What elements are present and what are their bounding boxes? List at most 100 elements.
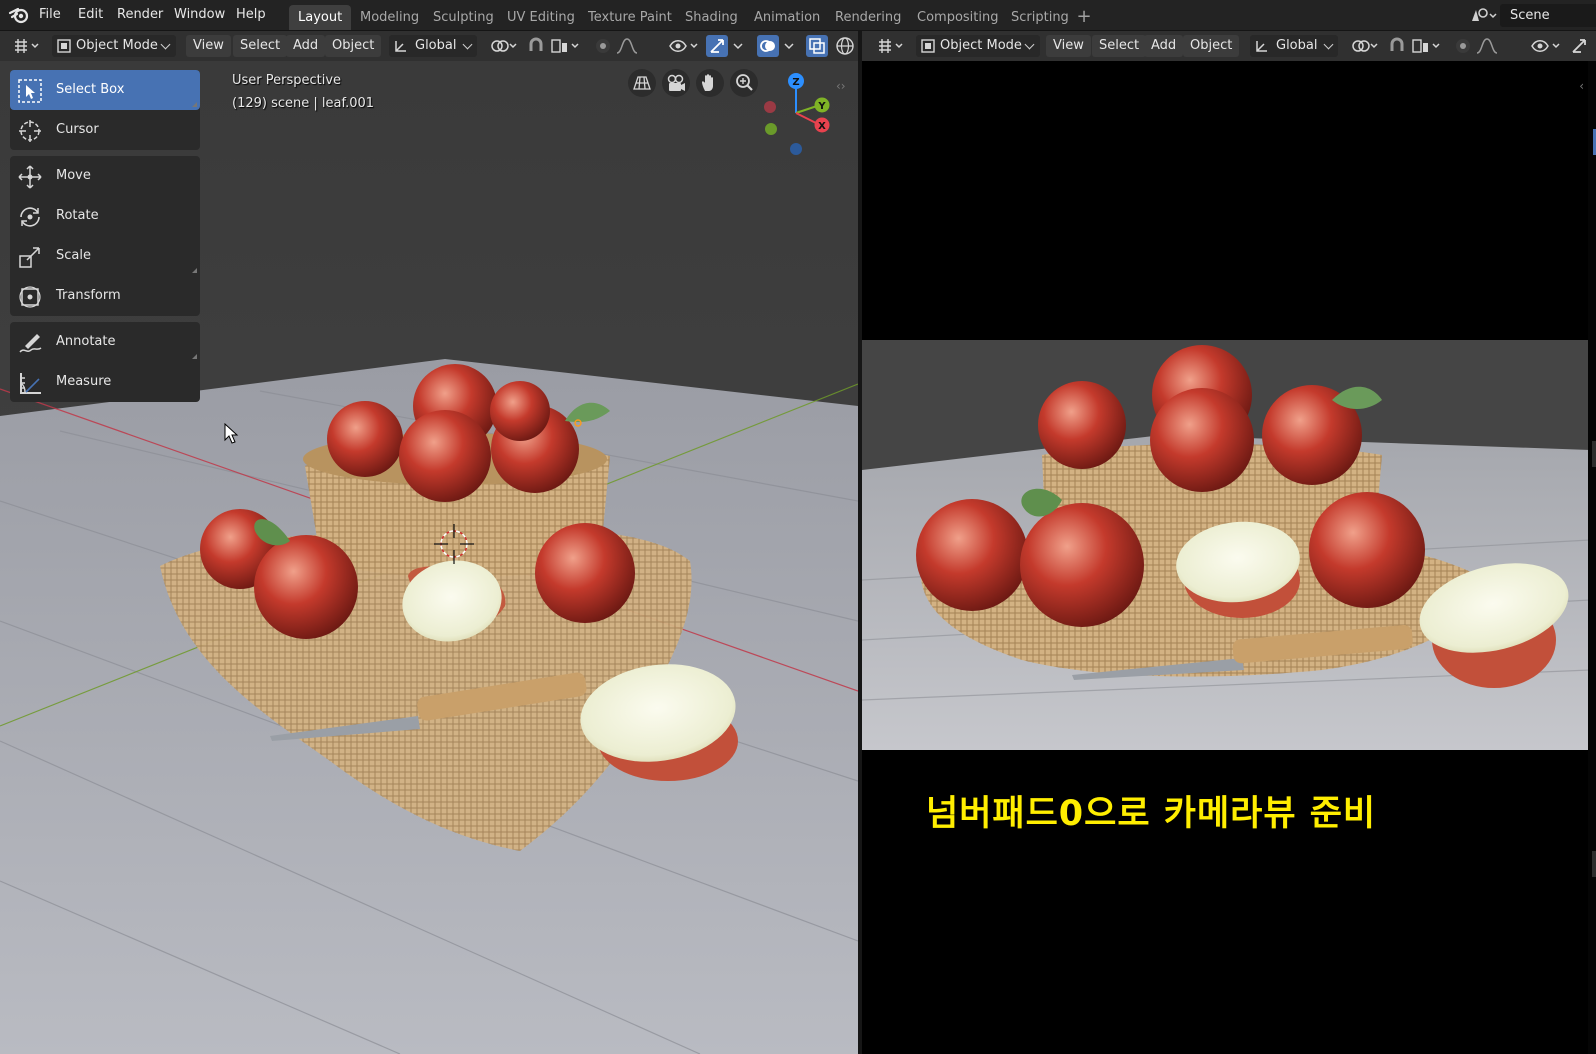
zoom-icon[interactable]: [730, 69, 758, 97]
chevron-down-icon[interactable]: [781, 35, 797, 57]
rotate-icon: [20, 207, 40, 227]
left-3d-viewport[interactable]: Select Box Cursor Move Rotate Scale Tran…: [0, 61, 858, 1054]
overlays-icon[interactable]: [757, 35, 779, 57]
object-mode-label: Object Mode: [76, 38, 158, 53]
select-menu[interactable]: Select: [233, 35, 288, 57]
scale-icon: [19, 247, 40, 268]
snap-target-icon[interactable]: [549, 35, 583, 57]
object-menu[interactable]: Object: [1183, 35, 1240, 57]
visibility-icon[interactable]: [668, 35, 702, 57]
proportional-edit-icon[interactable]: [592, 35, 614, 57]
tab-scripting[interactable]: Scripting: [1002, 5, 1078, 30]
toggle-grid-view-icon[interactable]: [628, 69, 656, 97]
orientation-icon: [395, 41, 406, 52]
menu-file[interactable]: File: [39, 0, 61, 30]
tool-cursor[interactable]: Cursor: [10, 110, 200, 150]
chevron-down-icon: [1323, 39, 1334, 50]
tab-modeling[interactable]: Modeling: [351, 5, 428, 30]
cursor-icon: [19, 120, 41, 142]
tab-rendering[interactable]: Rendering: [826, 5, 910, 30]
right-camera-viewport[interactable]: 넘버패드0으로 카메라뷰 준비 ‹: [862, 61, 1596, 1054]
camera-frame: [862, 340, 1590, 750]
gizmo-z-label: Z: [792, 77, 799, 88]
scene-icon[interactable]: [1468, 6, 1498, 25]
orientation-icon: [1256, 41, 1267, 52]
editor-type-icon[interactable]: [10, 35, 44, 57]
mouse-pointer-icon: [224, 423, 239, 444]
view-menu[interactable]: View: [186, 35, 231, 57]
editor-type-icon[interactable]: [874, 35, 908, 57]
tool-move[interactable]: Move: [10, 156, 200, 196]
object-mode-dropdown[interactable]: Object Mode: [52, 35, 176, 57]
object-mode-label: Object Mode: [940, 38, 1022, 53]
proportional-edit-icon[interactable]: [1452, 35, 1474, 57]
tab-uv-editing[interactable]: UV Editing: [498, 5, 584, 30]
move-icon: [18, 165, 42, 189]
camera-view-icon[interactable]: [662, 69, 690, 97]
menu-window[interactable]: Window: [174, 0, 225, 30]
collapse-arrow-icon[interactable]: ‹›: [836, 79, 846, 93]
menu-edit[interactable]: Edit: [78, 0, 103, 30]
tool-annotate[interactable]: Annotate: [10, 322, 200, 362]
blender-logo-icon[interactable]: [8, 5, 30, 25]
navigation-gizmo[interactable]: Z Y X: [762, 67, 842, 157]
orientation-dropdown[interactable]: Global: [389, 35, 477, 57]
visibility-icon[interactable]: [1530, 35, 1564, 57]
tab-layout[interactable]: Layout: [289, 5, 352, 30]
right-viewport-header: Object Mode View Select Add Object Globa…: [862, 31, 1596, 61]
tool-rotate[interactable]: Rotate: [10, 196, 200, 236]
select-menu[interactable]: Select: [1092, 35, 1147, 57]
tool-label: Rotate: [56, 208, 99, 223]
chevron-down-icon: [1024, 39, 1035, 50]
pivot-point-icon[interactable]: [1349, 35, 1381, 57]
collapse-arrow-icon[interactable]: ‹: [1579, 79, 1584, 93]
tab-sculpting[interactable]: Sculpting: [424, 5, 503, 30]
pan-hand-icon[interactable]: [696, 69, 724, 97]
corner-triangle-icon: [192, 354, 197, 359]
tool-transform[interactable]: Transform: [10, 276, 200, 316]
gizmo-toggle-icon[interactable]: [706, 35, 728, 57]
orientation-label: Global: [415, 38, 457, 53]
tool-measure[interactable]: Measure: [10, 362, 200, 402]
object-info-label: (129) scene | leaf.001: [232, 96, 375, 111]
view-menu[interactable]: View: [1046, 35, 1091, 57]
wireframe-shading-icon[interactable]: [834, 35, 856, 57]
sidebar-tab[interactable]: [1592, 441, 1596, 467]
falloff-icon[interactable]: [1474, 35, 1504, 57]
add-menu[interactable]: Add: [286, 35, 326, 57]
tab-shading[interactable]: Shading: [676, 5, 747, 30]
tool-label: Transform: [56, 288, 121, 303]
tab-animation[interactable]: Animation: [745, 5, 829, 30]
sidebar-tab[interactable]: [1592, 851, 1596, 877]
add-workspace-button[interactable]: +: [1073, 5, 1095, 30]
tool-scale[interactable]: Scale: [10, 236, 200, 276]
tool-label: Measure: [56, 374, 112, 389]
pivot-point-icon[interactable]: [488, 35, 520, 57]
gizmo-toggle-icon[interactable]: [1568, 35, 1590, 57]
menu-render[interactable]: Render: [117, 0, 163, 30]
add-menu[interactable]: Add: [1144, 35, 1184, 57]
object-mode-dropdown[interactable]: Object Mode: [916, 35, 1040, 57]
gizmo-x-label: X: [818, 121, 826, 132]
snap-target-icon[interactable]: [1410, 35, 1444, 57]
annotate-tools-group: Annotate Measure: [10, 322, 200, 402]
tool-select-box[interactable]: Select Box: [10, 70, 200, 110]
tab-texture-paint[interactable]: Texture Paint: [579, 5, 681, 30]
tool-label: Scale: [56, 248, 91, 263]
orientation-dropdown[interactable]: Global: [1250, 35, 1338, 57]
xray-icon[interactable]: [806, 35, 828, 57]
snap-icon[interactable]: [1386, 35, 1408, 57]
scene-name-field[interactable]: Scene: [1500, 4, 1596, 27]
orientation-label: Global: [1276, 38, 1318, 53]
falloff-icon[interactable]: [614, 35, 644, 57]
snap-icon[interactable]: [525, 35, 547, 57]
left-viewport-header: Object Mode View Select Add Object Globa…: [0, 31, 858, 61]
perspective-label: User Perspective: [232, 73, 342, 88]
menu-help[interactable]: Help: [236, 0, 266, 30]
scene-render-right: [862, 340, 1590, 750]
viewport-info: User Perspective (129) scene | leaf.001: [232, 69, 374, 115]
object-menu[interactable]: Object: [325, 35, 382, 57]
tab-compositing[interactable]: Compositing: [908, 5, 1008, 30]
chevron-down-icon[interactable]: [730, 35, 746, 57]
tool-shelf: Select Box Cursor Move Rotate Scale Tran…: [10, 70, 200, 408]
